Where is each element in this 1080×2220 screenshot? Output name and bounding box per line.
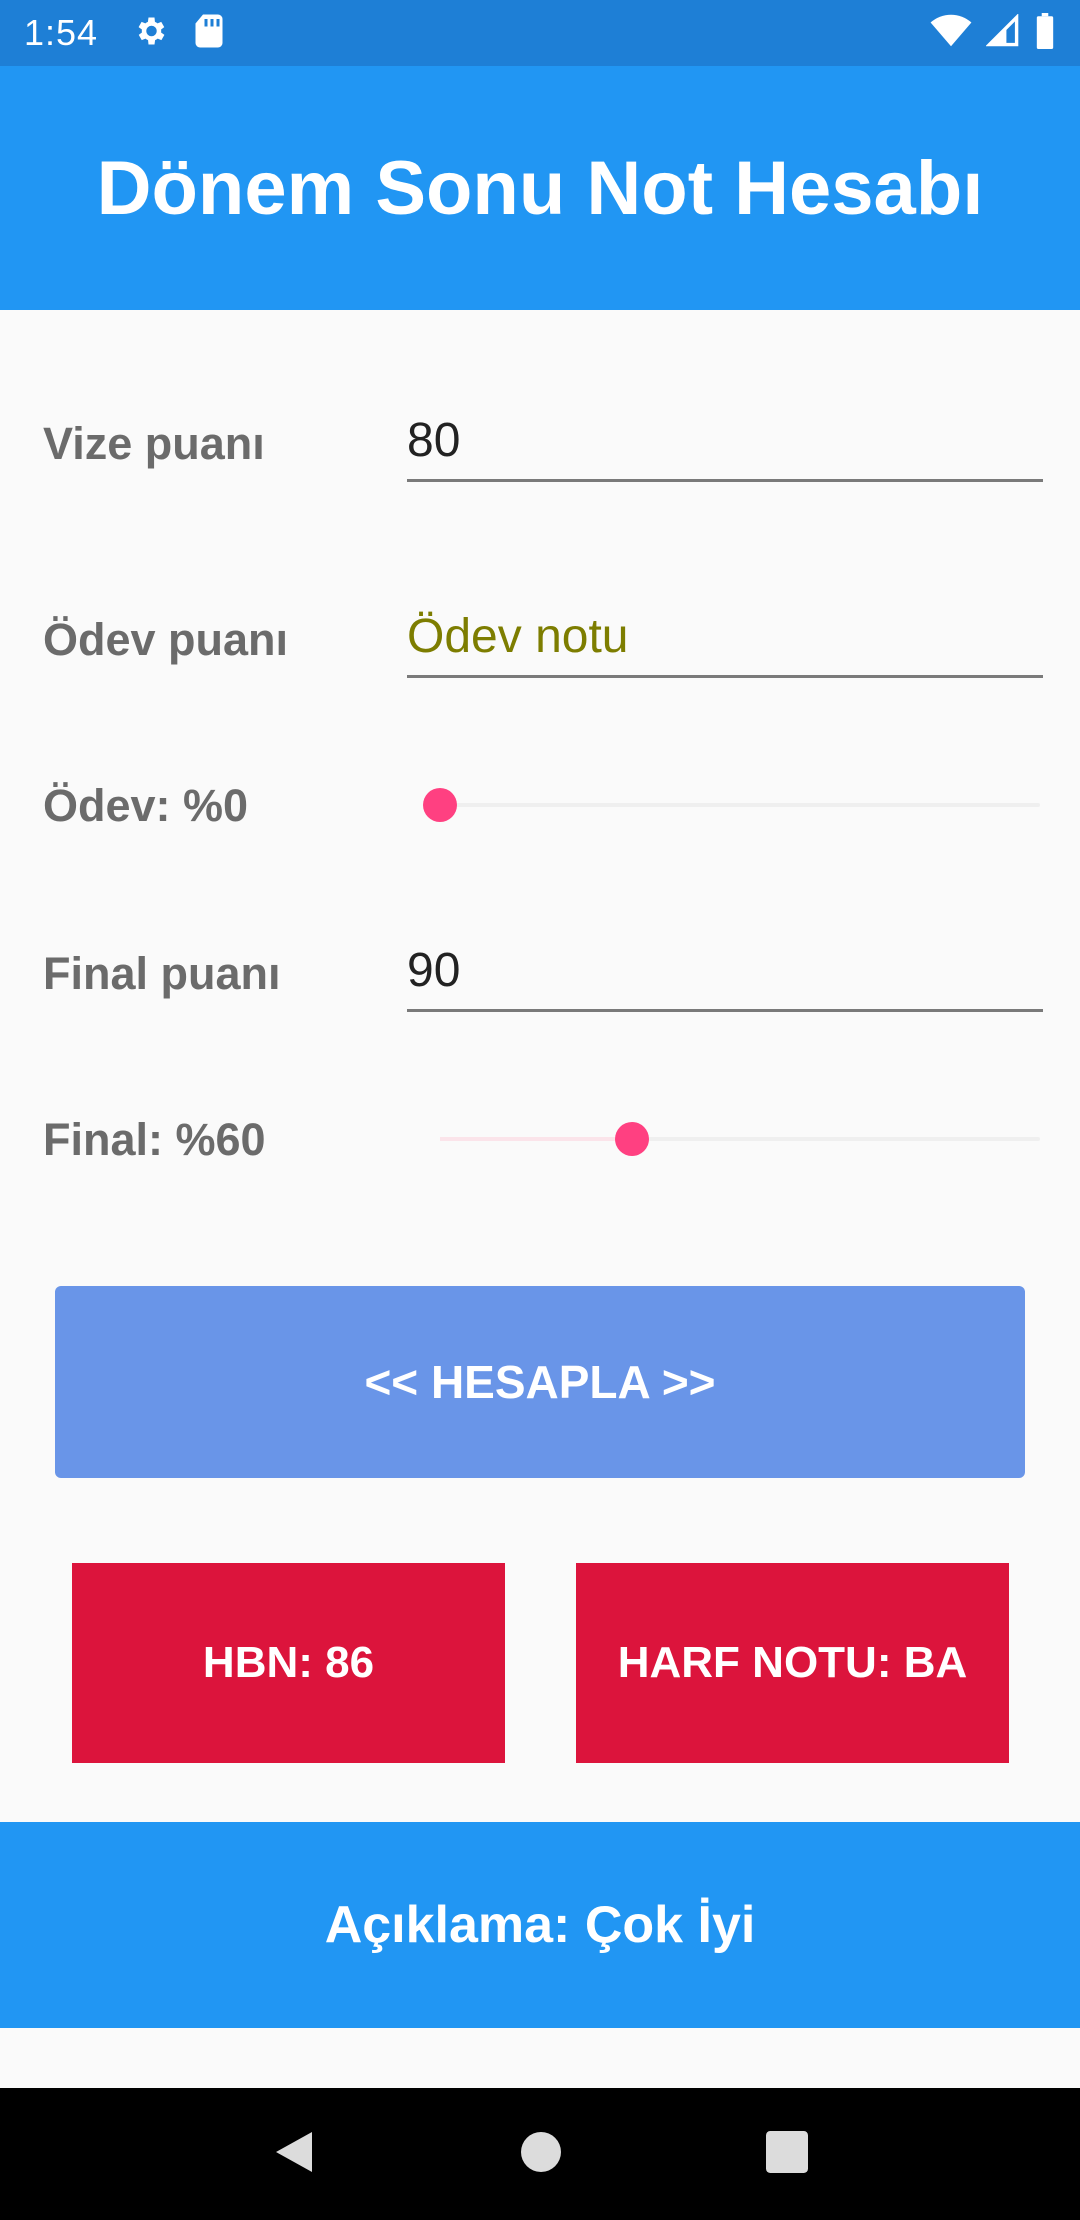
final-weight-label: Final: %60 [43, 1114, 266, 1165]
hbn-result: HBN: 86 [72, 1563, 505, 1763]
final-input[interactable]: 90 [407, 932, 1043, 1012]
status-bar: 1:54 [0, 0, 1080, 66]
odev-weight-label: Ödev: %0 [43, 780, 249, 831]
final-label: Final puanı [43, 948, 281, 999]
vize-input[interactable]: 80 [407, 402, 1043, 482]
back-icon[interactable] [272, 2128, 316, 2181]
navigation-bar [0, 2088, 1080, 2220]
calculate-button[interactable]: << HESAPLA >> [55, 1286, 1025, 1478]
settings-icon [132, 13, 168, 54]
battery-icon [1034, 12, 1056, 54]
status-time: 1:54 [24, 12, 99, 53]
wifi-icon [930, 14, 972, 53]
signal-icon [985, 12, 1020, 53]
home-icon[interactable] [519, 2130, 563, 2179]
slider-thumb[interactable] [423, 788, 457, 822]
odev-input[interactable]: Ödev notu [407, 598, 1043, 678]
slider-track [440, 803, 1040, 807]
slider-fill [440, 1137, 632, 1141]
odev-weight-slider[interactable] [423, 785, 1040, 825]
recents-icon[interactable] [766, 2130, 809, 2178]
vize-label: Vize puanı [43, 418, 265, 469]
slider-thumb[interactable] [615, 1122, 649, 1156]
odev-label: Ödev puanı [43, 614, 289, 665]
letter-grade-result: HARF NOTU: BA [576, 1563, 1009, 1763]
page-title: Dönem Sonu Not Hesabı [96, 145, 984, 231]
final-weight-slider[interactable] [440, 1119, 1040, 1159]
description-banner: Açıklama: Çok İyi [0, 1822, 1080, 2028]
sd-card-icon [194, 13, 224, 54]
app-bar: Dönem Sonu Not Hesabı [0, 66, 1080, 310]
